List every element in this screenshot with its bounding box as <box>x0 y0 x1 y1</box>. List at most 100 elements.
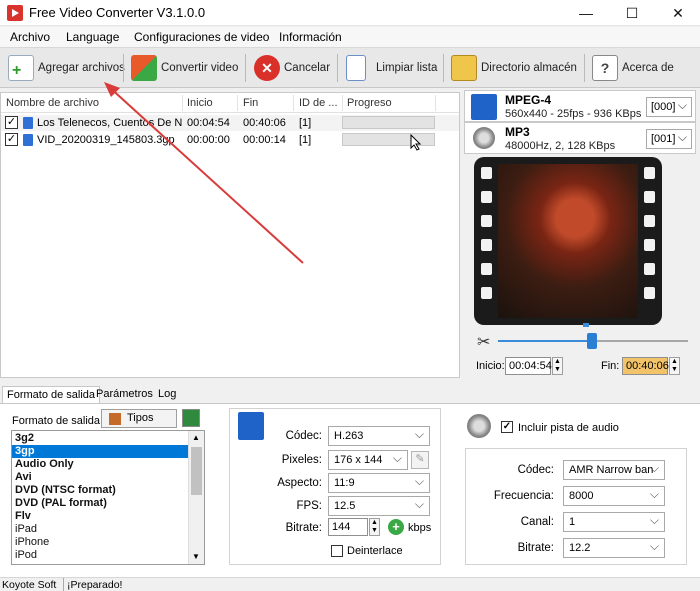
maximize-button[interactable]: ☐ <box>609 0 655 26</box>
menu-video-settings[interactable]: Configuraciones de video <box>134 30 269 44</box>
format-title: MPEG-4 <box>505 93 552 107</box>
status-company: Koyote Soft <box>2 579 57 591</box>
film-sprocket <box>644 167 655 179</box>
end-time-stepper[interactable]: ▲ ▼ <box>669 357 680 375</box>
list-item[interactable]: Flv <box>12 510 188 523</box>
include-audio-label: Incluir pista de audio <box>518 422 619 434</box>
minimize-button[interactable]: — <box>563 0 609 26</box>
video-preview <box>474 157 662 325</box>
film-sprocket <box>481 239 492 251</box>
list-item[interactable]: Avi <box>12 471 188 484</box>
list-item[interactable]: 3g2 <box>12 432 188 445</box>
clear-list-button[interactable]: Limpiar lista <box>346 52 437 84</box>
toolbar-divider <box>245 54 246 82</box>
file-icon <box>23 117 33 129</box>
list-item[interactable]: DVD (NTSC format) <box>12 484 188 497</box>
format-track-select[interactable]: [000] <box>646 97 692 117</box>
list-item[interactable]: iPhone <box>12 536 188 549</box>
tab-output-format[interactable]: Formato de salida <box>2 386 101 404</box>
video-frame <box>498 164 638 318</box>
format-details: 560x440 - 25fps - 936 KBps <box>505 108 642 120</box>
scroll-thumb[interactable] <box>191 447 202 495</box>
video-fps-select[interactable]: 12.5 <box>328 496 430 516</box>
frequency-label: Frecuencia: <box>493 490 554 502</box>
add-files-button[interactable]: + Agregar archivos <box>8 52 125 84</box>
list-item[interactable]: Audio Only <box>12 458 188 471</box>
row-checkbox[interactable]: ✓ <box>5 116 18 129</box>
deinterlace-label: Deinterlace <box>347 545 403 557</box>
film-sprocket <box>644 191 655 203</box>
file-icon <box>23 134 33 146</box>
film-sprocket <box>481 167 492 179</box>
video-bitrate-stepper[interactable]: ▲ ▼ <box>369 518 380 536</box>
film-sprocket <box>644 239 655 251</box>
status-bar: Koyote Soft ¡Preparado! <box>0 577 700 591</box>
scissors-icon[interactable]: ✂ <box>477 332 490 352</box>
audio-codec-select[interactable]: AMR Narrow ban <box>563 460 665 480</box>
format-list[interactable]: 3g2 3gp Audio Only Avi DVD (NTSC format)… <box>11 430 205 565</box>
convert-video-button[interactable]: Convertir video <box>131 52 238 84</box>
list-item[interactable]: DVD (PAL format) <box>12 497 188 510</box>
format-title: MP3 <box>505 125 530 139</box>
edit-pixels-icon[interactable]: ✎ <box>411 451 429 469</box>
video-aspect-select[interactable]: 11:9 <box>328 473 430 493</box>
tab-parameters[interactable]: Parámetros <box>92 386 157 404</box>
cancel-label: Cancelar <box>284 62 331 74</box>
list-scrollbar[interactable]: ▲ ▼ <box>188 431 204 564</box>
channel-select[interactable]: 1 <box>563 512 665 532</box>
about-label: Acerca de <box>622 62 674 74</box>
menu-archivo[interactable]: Archivo <box>10 30 50 44</box>
format-video-mpeg4[interactable]: MPEG-4 560x440 - 25fps - 936 KBps [000] <box>464 90 696 122</box>
trim-slider[interactable] <box>498 333 688 349</box>
start-time-input[interactable]: 00:04:54 <box>505 357 552 375</box>
deinterlace-checkbox[interactable] <box>331 545 343 557</box>
audio-bitrate-label: Bitrate: <box>517 542 554 554</box>
menu-informacion[interactable]: Información <box>279 30 342 44</box>
mouse-cursor-icon <box>410 134 422 151</box>
row-checkbox[interactable]: ✓ <box>5 133 18 146</box>
speaker-icon <box>473 127 495 149</box>
col-progress[interactable]: Progreso <box>347 97 392 109</box>
tab-log[interactable]: Log <box>154 386 180 404</box>
audio-bitrate-select[interactable]: 12.2 <box>563 538 665 558</box>
close-button[interactable]: ✕ <box>655 0 700 26</box>
format-track-select[interactable]: [001] <box>646 129 692 149</box>
cancel-button[interactable]: ✕ Cancelar <box>254 52 330 84</box>
status-message: ¡Preparado! <box>67 579 123 591</box>
film-icon <box>238 412 264 440</box>
add-bitrate-icon[interactable]: + <box>388 519 404 535</box>
toolbar-divider <box>337 54 338 82</box>
about-button[interactable]: ? Acerca de <box>592 52 674 84</box>
frequency-select[interactable]: 8000 <box>563 486 665 506</box>
film-sprocket <box>644 263 655 275</box>
scroll-down-icon[interactable]: ▼ <box>192 552 200 561</box>
add-file-icon: + <box>8 55 34 81</box>
video-pixels-select[interactable]: 176 x 144 <box>328 450 408 470</box>
save-icon[interactable] <box>182 409 200 427</box>
clear-list-icon <box>346 55 366 81</box>
menu-language[interactable]: Language <box>66 30 119 44</box>
end-time-input[interactable]: 00:40:06 <box>622 357 669 375</box>
col-file-name[interactable]: Nombre de archivo <box>6 97 99 109</box>
list-item-selected[interactable]: 3gp <box>12 445 188 459</box>
film-icon <box>471 94 497 120</box>
format-details: 48000Hz, 2, 128 KBps <box>505 140 616 152</box>
fps-label: FPS: <box>296 500 322 512</box>
window-title: Free Video Converter V3.1.0.0 <box>29 5 206 20</box>
list-item[interactable]: iPod <box>12 549 188 562</box>
scroll-up-icon[interactable]: ▲ <box>192 433 200 442</box>
format-audio-mp3[interactable]: MP3 48000Hz, 2, 128 KBps [001] <box>464 122 696 154</box>
start-time-stepper[interactable]: ▲ ▼ <box>552 357 563 375</box>
types-icon <box>109 413 121 425</box>
speaker-icon <box>467 414 491 438</box>
video-codec-select[interactable]: H.263 <box>328 426 430 446</box>
film-sprocket <box>481 215 492 227</box>
list-item[interactable]: iPad <box>12 523 188 536</box>
include-audio-checkbox[interactable]: ✓ <box>501 421 513 433</box>
help-icon: ? <box>592 55 618 81</box>
video-bitrate-input[interactable]: 144 <box>328 518 368 536</box>
cancel-icon: ✕ <box>254 55 280 81</box>
slider-thumb[interactable] <box>587 333 597 349</box>
types-button[interactable]: Tipos <box>101 409 177 428</box>
storage-directory-button[interactable]: Directorio almacén <box>451 52 577 84</box>
